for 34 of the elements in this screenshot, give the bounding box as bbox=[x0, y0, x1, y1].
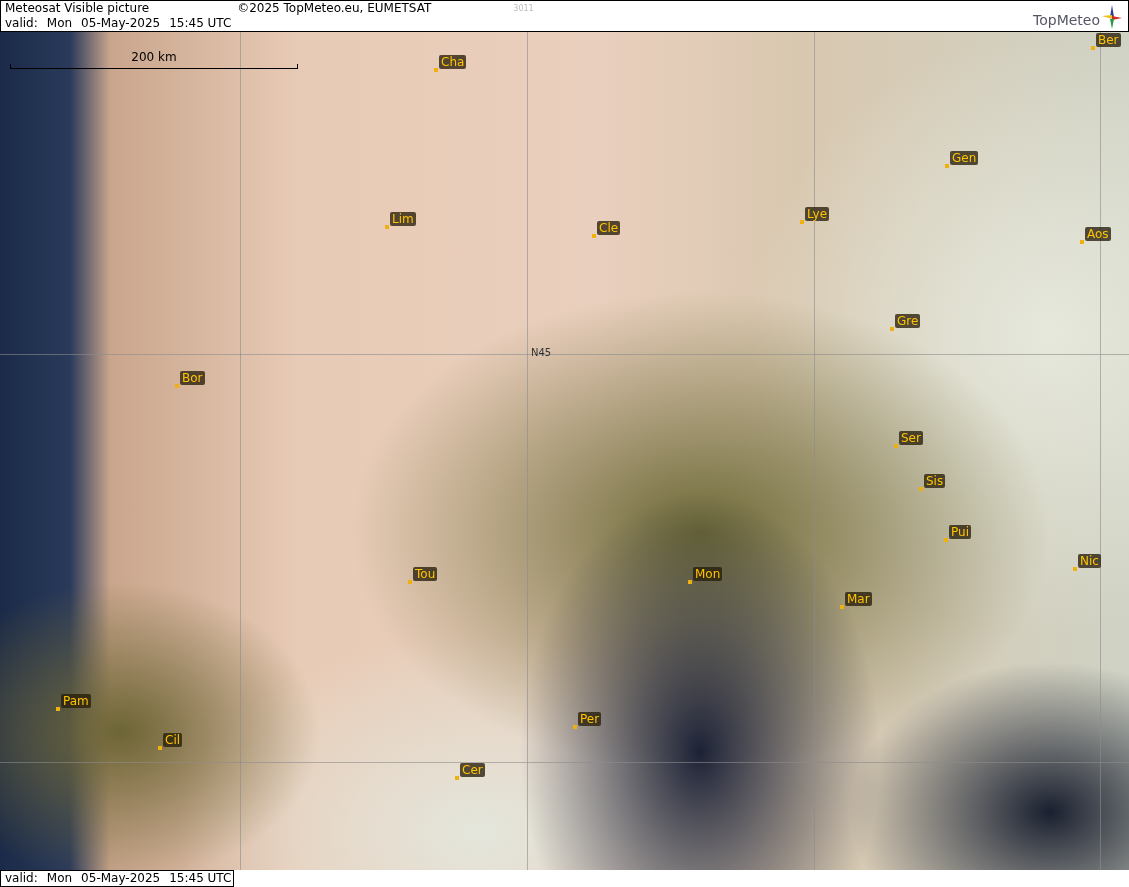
weekday-text: Mon bbox=[46, 871, 73, 886]
city-label: Ber bbox=[1096, 33, 1121, 47]
city-label: Per bbox=[578, 712, 602, 726]
time-text: 15:45 UTC bbox=[169, 871, 232, 886]
copyright-text: ©2025 TopMeteo.eu, EUMETSAT bbox=[237, 1, 432, 16]
city-label: Mar bbox=[845, 592, 872, 606]
city-label: Aos bbox=[1085, 227, 1111, 241]
logo-text: TopMeteo bbox=[1033, 11, 1100, 29]
weekday-text: Mon bbox=[46, 16, 73, 31]
city-label: Lye bbox=[805, 207, 830, 221]
city-label: Mon bbox=[693, 567, 723, 581]
city-label: Tou bbox=[413, 567, 438, 581]
city-label: Pui bbox=[949, 525, 971, 539]
city-label: Gen bbox=[950, 151, 979, 165]
image-title: Meteosat Visible picture bbox=[5, 1, 150, 16]
image-code: 3011 bbox=[513, 3, 534, 15]
city-label: Cha bbox=[439, 55, 467, 69]
city-label: Bor bbox=[180, 371, 205, 385]
city-label: Sis bbox=[924, 474, 946, 488]
city-label: Lim bbox=[390, 212, 416, 226]
valid-label: valid: bbox=[5, 871, 38, 886]
date-text: 05-May-2025 bbox=[81, 16, 161, 31]
scale-label: 200 km bbox=[131, 50, 177, 64]
latitude-label: N45 bbox=[531, 347, 552, 359]
city-label: Cle bbox=[597, 221, 621, 235]
city-label: Nic bbox=[1078, 554, 1101, 568]
valid-label: valid: bbox=[5, 16, 38, 31]
city-label: Cil bbox=[163, 733, 183, 747]
time-text: 15:45 UTC bbox=[169, 16, 232, 31]
city-label: Ser bbox=[899, 431, 923, 445]
city-label: Gre bbox=[895, 314, 921, 328]
city-label: Pam bbox=[61, 694, 91, 708]
date-text: 05-May-2025 bbox=[81, 871, 161, 886]
city-label: Cer bbox=[460, 763, 485, 777]
